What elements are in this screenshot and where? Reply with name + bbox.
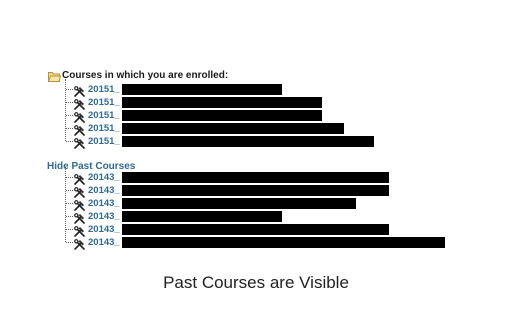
course-row: 20143_ bbox=[0, 197, 512, 211]
tree-branch-line bbox=[66, 89, 73, 90]
redacted-course-name bbox=[122, 224, 389, 235]
tools-icon bbox=[74, 97, 85, 110]
tools-icon bbox=[74, 110, 85, 123]
redacted-course-name bbox=[122, 110, 322, 121]
course-row: 20151_ bbox=[0, 109, 512, 123]
tools-icon bbox=[74, 123, 85, 136]
course-link[interactable]: 20151_ bbox=[88, 122, 120, 135]
course-link[interactable]: 20151_ bbox=[88, 109, 120, 122]
tools-icon bbox=[74, 136, 85, 149]
redacted-course-name bbox=[122, 211, 282, 222]
course-row: 20143_ bbox=[0, 184, 512, 198]
folder-open-icon bbox=[48, 72, 61, 82]
tools-icon bbox=[74, 84, 85, 97]
tree-branch-line bbox=[66, 102, 73, 103]
course-row: 20151_ bbox=[0, 96, 512, 110]
tree-branch-line bbox=[66, 115, 73, 116]
redacted-course-name bbox=[122, 185, 389, 196]
redacted-course-name bbox=[122, 237, 445, 248]
course-link[interactable]: 20151_ bbox=[88, 135, 120, 148]
redacted-course-name bbox=[122, 97, 322, 108]
course-row: 20143_ bbox=[0, 223, 512, 237]
tree-branch-line bbox=[66, 203, 73, 204]
course-tree: Courses in which you are enrolled: 20151… bbox=[0, 0, 512, 320]
course-link[interactable]: 20143_ bbox=[88, 210, 120, 223]
tools-icon bbox=[74, 237, 85, 250]
tools-icon bbox=[74, 185, 85, 198]
redacted-course-name bbox=[122, 84, 282, 95]
course-row: 20143_ bbox=[0, 210, 512, 224]
course-link[interactable]: 20143_ bbox=[88, 236, 120, 249]
tree-branch-line bbox=[66, 242, 73, 243]
enrolled-header: Courses in which you are enrolled: bbox=[62, 70, 229, 81]
tools-icon bbox=[74, 211, 85, 224]
course-link[interactable]: 20143_ bbox=[88, 197, 120, 210]
tree-branch-line bbox=[66, 141, 73, 142]
tree-branch-line bbox=[66, 216, 73, 217]
tree-branch-line bbox=[66, 190, 73, 191]
tree-branch-line bbox=[66, 229, 73, 230]
course-link[interactable]: 20143_ bbox=[88, 184, 120, 197]
tree-branch-line bbox=[66, 177, 73, 178]
tools-icon bbox=[74, 224, 85, 237]
tree-branch-line bbox=[66, 128, 73, 129]
tools-icon bbox=[74, 172, 85, 185]
tools-icon bbox=[74, 198, 85, 211]
course-row: 20143_ bbox=[0, 236, 512, 250]
course-link[interactable]: 20143_ bbox=[88, 171, 120, 184]
course-link[interactable]: 20151_ bbox=[88, 83, 120, 96]
redacted-course-name bbox=[122, 123, 344, 134]
course-row: 20151_ bbox=[0, 83, 512, 97]
redacted-course-name bbox=[122, 172, 389, 183]
course-row: 20151_ bbox=[0, 135, 512, 149]
course-link[interactable]: 20143_ bbox=[88, 223, 120, 236]
course-row: 20143_ bbox=[0, 171, 512, 185]
course-link[interactable]: 20151_ bbox=[88, 96, 120, 109]
redacted-course-name bbox=[122, 198, 356, 209]
course-row: 20151_ bbox=[0, 122, 512, 136]
redacted-course-name bbox=[122, 136, 374, 147]
caption: Past Courses are Visible bbox=[163, 273, 349, 292]
